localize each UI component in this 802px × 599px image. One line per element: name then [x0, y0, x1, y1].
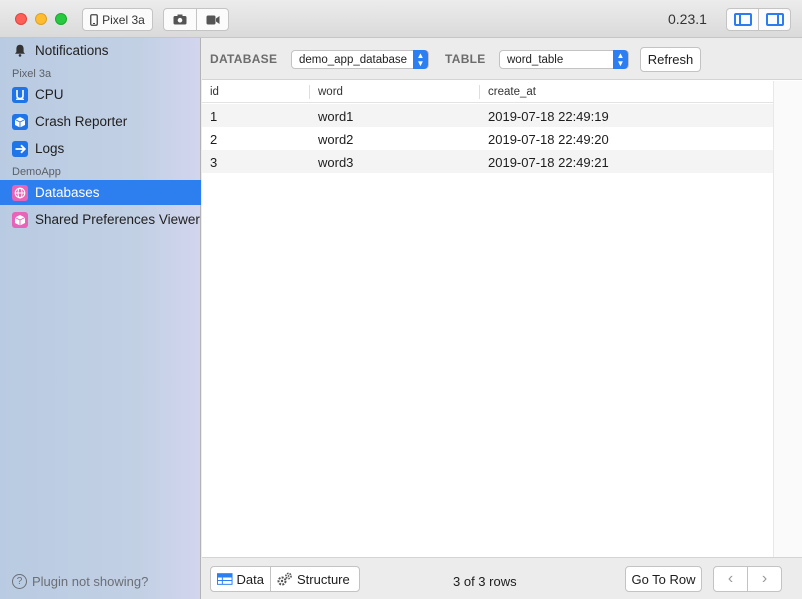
sidebar-item-databases[interactable]: Databases — [0, 180, 201, 205]
table-label: TABLE — [445, 52, 486, 66]
database-toolbar: DATABASE demo_app_database ▲ ▼ TABLE word… — [202, 38, 802, 80]
title-bar: Pixel 3a 0.23.1 — [0, 0, 802, 38]
table-cell: word2 — [318, 132, 354, 147]
table-cell: 2019-07-18 22:49:20 — [488, 132, 609, 147]
chevron-left-icon: ‹ — [727, 570, 734, 587]
toggle-left-sidebar-button[interactable] — [726, 8, 759, 31]
column-header-id[interactable]: id — [210, 86, 219, 98]
arrow-right-icon — [12, 140, 28, 157]
screenshot-button[interactable] — [163, 8, 197, 31]
refresh-button[interactable]: Refresh — [640, 47, 701, 72]
sidebar-item-label: Shared Preferences Viewer — [35, 212, 200, 227]
sidebar-item-logs[interactable]: Logs — [0, 136, 201, 161]
table-cell: 2019-07-18 22:49:21 — [488, 155, 609, 170]
sidebar-item-label: CPU — [35, 87, 64, 102]
table-cell: 2 — [210, 132, 218, 147]
table-cell: 1 — [210, 109, 218, 124]
zoom-window-button[interactable] — [55, 13, 67, 25]
cube-icon — [12, 211, 28, 228]
table-select-value: word_table — [507, 53, 564, 66]
record-video-button[interactable] — [196, 8, 229, 31]
database-select[interactable]: demo_app_database ▲ ▼ — [291, 50, 429, 69]
table-row[interactable]: 2 word2 2019-07-18 22:49:20 — [202, 127, 773, 150]
sidebar-item-shared-preferences[interactable]: Shared Preferences Viewer — [0, 207, 201, 232]
cpu-icon — [12, 86, 28, 103]
question-icon: ? — [12, 574, 27, 589]
sidebar-section-device: Pixel 3a — [12, 68, 52, 80]
minimize-window-button[interactable] — [35, 13, 47, 25]
table-row[interactable]: 3 word3 2019-07-18 22:49:21 — [202, 150, 773, 173]
cube-icon — [12, 113, 28, 130]
camera-icon — [173, 14, 187, 25]
sidebar-item-label: Logs — [35, 141, 65, 156]
table-grid-icon — [217, 573, 233, 585]
right-panel-icon — [765, 13, 784, 26]
table-row[interactable]: 1 word1 2019-07-18 22:49:19 — [202, 104, 773, 127]
sidebar-section-app: DemoApp — [12, 166, 61, 178]
column-header-create-at[interactable]: create_at — [488, 86, 536, 98]
close-window-button[interactable] — [15, 13, 27, 25]
sidebar-item-label: Crash Reporter — [35, 114, 128, 129]
sidebar-item-cpu[interactable]: CPU — [0, 82, 201, 107]
table-select[interactable]: word_table ▲ ▼ — [499, 50, 629, 69]
toggle-right-sidebar-button[interactable] — [758, 8, 791, 31]
plugin-help-label: Plugin not showing? — [32, 574, 149, 589]
device-selector-button[interactable]: Pixel 3a — [82, 8, 153, 31]
sidebar-item-notifications[interactable]: Notifications — [0, 38, 201, 63]
select-arrows-icon: ▲ ▼ — [613, 50, 628, 69]
sidebar-item-label: Notifications — [35, 43, 109, 58]
tab-data-label: Data — [236, 571, 264, 587]
video-icon — [206, 15, 219, 24]
column-divider[interactable] — [479, 85, 480, 99]
row-count-label: 3 of 3 rows — [453, 574, 517, 589]
main-panel: DATABASE demo_app_database ▲ ▼ TABLE word… — [202, 38, 802, 599]
device-selector-label: Pixel 3a — [102, 12, 145, 27]
globe-icon — [12, 184, 28, 201]
table-cell: 3 — [210, 155, 218, 170]
go-to-row-button[interactable]: Go To Row — [625, 566, 702, 592]
phone-icon — [90, 13, 99, 26]
left-panel-icon — [733, 13, 752, 26]
database-label: DATABASE — [210, 52, 278, 66]
bell-icon — [12, 43, 28, 59]
next-page-button[interactable]: › — [747, 566, 782, 592]
table-header: id word create_at — [202, 81, 773, 103]
chevron-right-icon: › — [761, 570, 768, 587]
table-footer: Data Structure 3 of 3 rows Go To Row ‹ › — [202, 557, 802, 599]
app-version-label: 0.23.1 — [668, 11, 707, 27]
column-divider[interactable] — [309, 85, 310, 99]
table-cell: 2019-07-18 22:49:19 — [488, 109, 609, 124]
table-cell: word3 — [318, 155, 354, 170]
database-select-value: demo_app_database — [299, 53, 408, 66]
sidebar-item-crash-reporter[interactable]: Crash Reporter — [0, 109, 201, 134]
data-table: id word create_at 1 word1 2019-07-18 22:… — [202, 81, 773, 597]
sidebar-item-label: Databases — [35, 185, 100, 200]
previous-page-button[interactable]: ‹ — [713, 566, 748, 592]
gears-icon — [277, 572, 292, 586]
tab-structure[interactable]: Structure — [270, 566, 360, 592]
sidebar: Notifications Pixel 3a CPU Crash Reporte… — [0, 38, 201, 599]
tab-structure-label: Structure — [297, 571, 350, 587]
table-cell: word1 — [318, 109, 354, 124]
tab-data[interactable]: Data — [210, 566, 271, 592]
select-arrows-icon: ▲ ▼ — [413, 50, 428, 69]
column-header-word[interactable]: word — [318, 86, 343, 98]
plugin-help-link[interactable]: ? Plugin not showing? — [12, 574, 148, 589]
vertical-scrollbar[interactable] — [773, 81, 802, 581]
